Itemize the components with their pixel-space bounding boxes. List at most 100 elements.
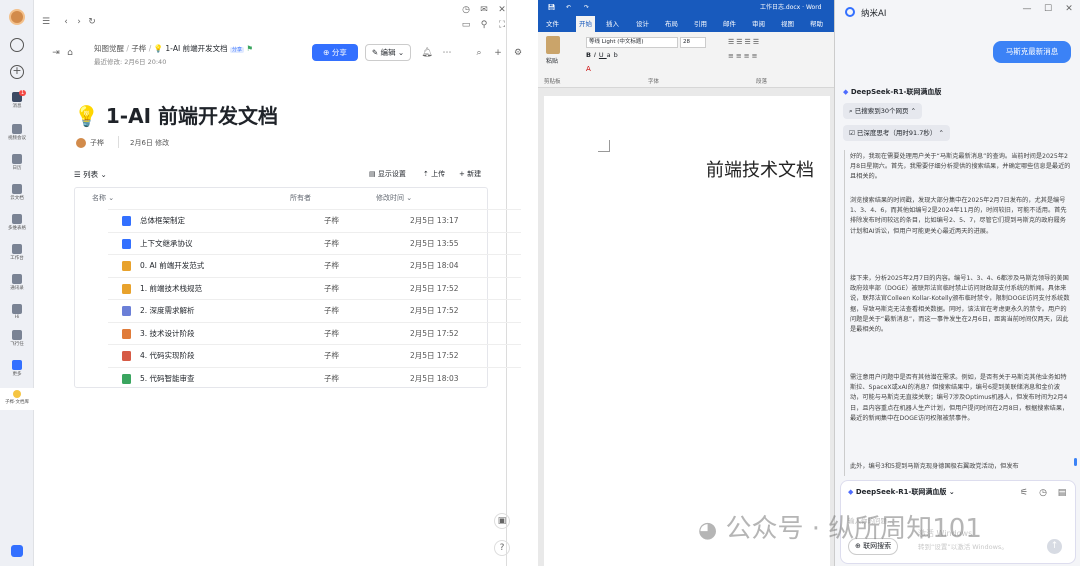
rail-hi[interactable]: Hi	[0, 304, 34, 320]
history-icon[interactable]: ◷	[460, 4, 472, 16]
close-icon[interactable]: ✕	[1063, 3, 1075, 15]
rail-contacts[interactable]: 通讯录	[0, 274, 34, 291]
col-owner[interactable]: 所有者	[290, 187, 311, 209]
font-select[interactable]: 等线 Light (中文标题)	[586, 37, 678, 48]
ribbon-tab[interactable]: 帮助	[810, 16, 823, 32]
ribbon-tab[interactable]: 审阅	[752, 16, 765, 32]
row-name[interactable]: 5. 代码智能审查	[140, 368, 195, 390]
bell-icon[interactable]: 🔔︎	[421, 47, 433, 59]
row-name[interactable]: 总体框架制定	[140, 210, 185, 232]
breadcrumb-root[interactable]: 知图觉醒	[94, 44, 124, 53]
mail-icon[interactable]: ✉	[478, 4, 490, 16]
minimize-icon[interactable]: —	[1021, 3, 1033, 15]
user-message-bubble: 马斯克最新消息	[993, 41, 1071, 63]
minimize-icon[interactable]: ▭	[460, 19, 472, 31]
ribbon-tab[interactable]: 开始	[576, 16, 595, 32]
rail-workplace[interactable]: 工作台	[0, 244, 34, 261]
rail-calendar[interactable]: 日历	[0, 154, 34, 171]
back-icon[interactable]: ‹	[60, 16, 72, 28]
table-row[interactable]: 1. 前端技术栈规范 子桦 2月5日 17:52	[108, 276, 521, 300]
row-name[interactable]: 2. 深度需求解析	[140, 300, 195, 322]
format-buttons[interactable]: BIUab	[586, 51, 621, 59]
user-avatar[interactable]	[9, 9, 25, 25]
notes-icon[interactable]: ▤	[1056, 487, 1068, 499]
pin-icon[interactable]: ⚑	[246, 44, 253, 53]
search-icon[interactable]: ⌕	[473, 47, 485, 59]
row-name[interactable]: 0. AI 前端开发范式	[140, 255, 204, 277]
rail-doclib[interactable]: 子桦·文档库	[0, 388, 34, 410]
thinking-paragraph: 好的，我现在需要处理用户关于“马斯克最新消息”的查询。当前时间是2025年2月8…	[850, 153, 1071, 181]
link-icon[interactable]: ⚲	[478, 19, 490, 31]
scrollbar-thumb[interactable]	[1074, 458, 1077, 466]
row-name[interactable]: 1. 前端技术栈规范	[140, 278, 202, 300]
paste-icon[interactable]	[546, 36, 560, 54]
pin-icon[interactable]: ⛶	[496, 19, 508, 31]
font-color-icon[interactable]: A	[586, 65, 591, 73]
table-row[interactable]: 5. 代码智能审查 子桦 2月5日 18:03	[108, 366, 521, 390]
table-row[interactable]: 4. 代码实现阶段 子桦 2月5日 17:52	[108, 344, 521, 367]
send-icon[interactable]: ↑	[1047, 539, 1062, 554]
ribbon-tab[interactable]: 引用	[694, 16, 707, 32]
add-icon[interactable]: +	[492, 47, 504, 59]
display-settings-button[interactable]: ▤ 显示设置	[369, 169, 406, 179]
col-name[interactable]: 名称 ⌄	[92, 187, 114, 209]
search-icon[interactable]	[10, 38, 24, 52]
sliders-icon[interactable]: ⚟	[1018, 487, 1030, 499]
maximize-icon[interactable]: ☐	[1042, 3, 1054, 15]
row-name[interactable]: 3. 技术设计阶段	[140, 323, 195, 345]
more-icon[interactable]: ⋯	[441, 47, 453, 59]
save-icon[interactable]: 💾︎	[548, 0, 556, 16]
rail-more[interactable]: 更多	[0, 360, 34, 377]
align-buttons[interactable]: ≡≡≡≡	[728, 52, 759, 60]
word-window: 💾︎ ↶ ↷ 工作日志.docx · Word 文件 开始 插入 设计 布局 引用 邮件 审阅…	[538, 0, 836, 566]
ribbon-tab[interactable]: 设计	[636, 16, 649, 32]
search-results-toggle[interactable]: ⌕ 已搜索到30个网页 ⌃	[843, 103, 923, 119]
home-icon[interactable]: ⌂	[64, 47, 76, 59]
close-icon[interactable]: ✕	[496, 4, 508, 16]
ribbon-tab[interactable]: 布局	[665, 16, 678, 32]
app-logo-icon[interactable]	[11, 545, 23, 557]
undo-icon[interactable]: ↶	[566, 0, 571, 16]
ribbon-tab[interactable]: 邮件	[723, 16, 736, 32]
rail-messages[interactable]: 消息 1	[0, 90, 34, 109]
outline-icon[interactable]: ▣	[494, 513, 510, 529]
clock-icon[interactable]: ◷	[1037, 487, 1049, 499]
redo-icon[interactable]: ↷	[584, 0, 589, 16]
font-size-select[interactable]: 28	[680, 37, 706, 48]
table-row[interactable]: 上下文继承协议 子桦 2月5日 13:55	[108, 231, 521, 255]
app-sidebar: + 消息 1 视频会议 日历 云文档 多维表格 工作台 通讯录 Hi 飞行任 更多…	[0, 0, 34, 566]
ribbon-tab[interactable]: 插入	[606, 16, 619, 32]
author-name[interactable]: 子桦	[90, 138, 104, 148]
edit-button[interactable]: ✎ 编辑 ⌄	[365, 44, 411, 61]
table-row[interactable]: 0. AI 前端开发范式 子桦 2月5日 18:04	[108, 254, 521, 277]
breadcrumb-current[interactable]: 1-AI 前端开发文档	[165, 44, 227, 53]
forward-icon[interactable]: ›	[73, 16, 85, 28]
paragraph-buttons[interactable]: ☰☰☰☰	[728, 38, 761, 46]
row-name[interactable]: 上下文继承协议	[140, 233, 193, 255]
rail-flight[interactable]: 飞行任	[0, 330, 34, 347]
rail-base[interactable]: 多维表格	[0, 214, 34, 231]
thinking-toggle[interactable]: ☑ 已深度思考（用时91.7秒） ⌃	[843, 125, 950, 141]
ribbon-tab[interactable]: 文件	[546, 16, 559, 32]
breadcrumb-parent[interactable]: 子桦	[131, 44, 146, 53]
paste-button[interactable]: 粘贴	[546, 56, 558, 65]
sidebar-toggle-icon[interactable]: ☰	[40, 16, 52, 28]
refresh-icon[interactable]: ↻	[86, 16, 98, 28]
col-time[interactable]: 修改时间 ⌄	[376, 187, 412, 209]
add-icon[interactable]: +	[10, 65, 24, 79]
rail-video[interactable]: 视频会议	[0, 124, 34, 141]
table-row[interactable]: 3. 技术设计阶段 子桦 2月5日 17:52	[108, 321, 521, 345]
row-name[interactable]: 4. 代码实现阶段	[140, 345, 195, 367]
view-toggle[interactable]: ☰ 列表 ⌄	[74, 169, 107, 180]
table-row[interactable]: 2. 深度需求解析 子桦 2月5日 17:52	[108, 299, 521, 322]
settings-icon[interactable]: ⚙	[512, 47, 524, 59]
table-row[interactable]: 总体框架制定 子桦 2月5日 13:17	[108, 209, 521, 232]
collapse-icon[interactable]: ⇥	[50, 47, 62, 59]
upload-button[interactable]: ⇡ 上传	[423, 169, 445, 179]
ribbon-tab[interactable]: 视图	[781, 16, 794, 32]
rail-docs[interactable]: 云文档	[0, 184, 34, 201]
share-button[interactable]: ⊕ 分享	[312, 44, 358, 61]
model-select[interactable]: ◆ DeepSeek-R1-联网满血版 ⌄	[848, 487, 955, 497]
help-icon[interactable]: ?	[494, 540, 510, 556]
new-button[interactable]: + 新建	[459, 169, 481, 179]
